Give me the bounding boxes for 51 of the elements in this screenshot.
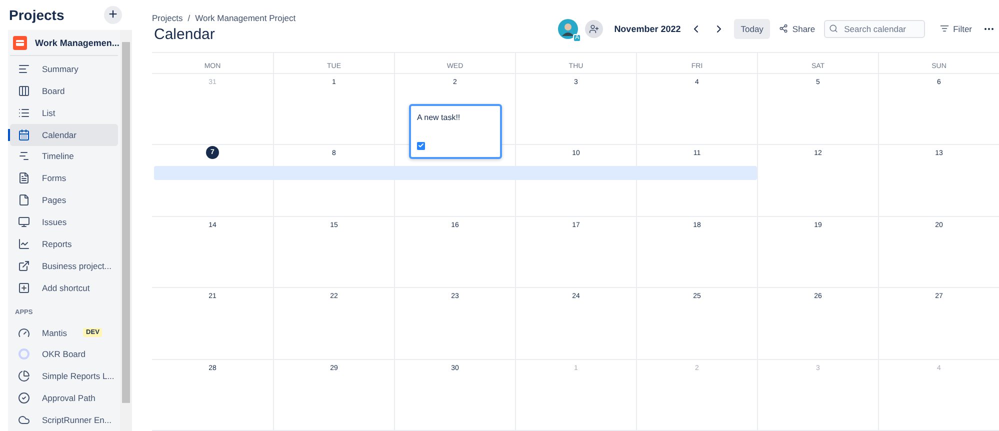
page-title: Calendar [154,26,216,42]
pie-chart-icon [18,370,30,382]
today-button[interactable]: Today [734,18,770,38]
sidebar-title: Projects [9,7,64,23]
nav-item[interactable]: List [10,102,118,124]
app-item[interactable]: Approval Path [10,387,118,410]
task-checkbox[interactable] [417,142,425,150]
task-title: A new task!! [417,112,462,122]
filter-button[interactable]: Filter [938,22,974,36]
timeline-icon [18,150,30,162]
nav-item[interactable]: Timeline [10,146,118,168]
nav-item[interactable]: Add shortcut [10,276,118,299]
share-button[interactable]: Share [777,22,818,36]
task-card[interactable]: A new task!! [409,104,502,158]
nav-item[interactable]: Issues [10,211,118,233]
lines-icon [18,62,30,75]
month-label: November 2022 [614,24,681,34]
project-item[interactable]: Work Managemen... [10,30,118,56]
nav-item[interactable]: Business project... [10,254,118,277]
ring-icon [18,348,30,360]
cloud-icon [18,414,30,426]
form-icon [18,172,30,184]
external-link-icon [18,260,30,272]
search-icon [829,24,838,33]
project-logo-icon [13,36,27,50]
scrollbar[interactable] [120,30,132,431]
nav-item[interactable]: Summary [10,58,118,80]
app-item[interactable]: ScriptRunner En... [10,409,118,431]
breadcrumb-separator: / [188,12,190,22]
app-item[interactable]: Simple Reports L... [10,365,118,388]
add-user-icon[interactable] [585,20,604,38]
breadcrumb-link[interactable]: Projects [152,12,183,22]
share-icon [779,24,788,33]
nav-item[interactable]: Reports [10,233,118,255]
monitor-icon [18,216,30,228]
gauge-icon [18,326,30,339]
page-icon [18,194,30,206]
search-field[interactable]: Search calendar [824,20,926,38]
add-button[interactable]: + [104,6,122,24]
board-icon [18,84,30,97]
nav-item[interactable]: Board [10,80,118,102]
filter-icon [940,24,950,33]
check-circle-icon [18,392,30,404]
add-square-icon [18,282,30,294]
nav-item[interactable]: Pages [10,189,118,212]
line-chart-icon [18,238,30,250]
nav-item[interactable]: Calendar [10,124,118,146]
breadcrumb-link[interactable]: Work Management Project [195,12,296,22]
app-item[interactable]: OKR Board [10,344,118,366]
nav-item[interactable]: Forms [10,167,118,190]
calendar-icon [18,128,30,141]
